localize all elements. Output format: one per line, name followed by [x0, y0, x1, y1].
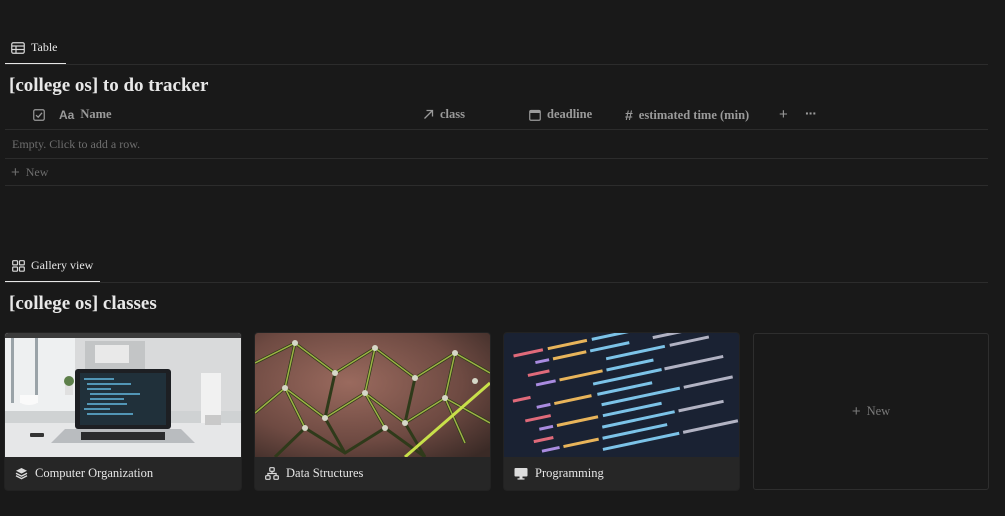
- tab-gallery-label: Gallery view: [31, 258, 94, 272]
- card-title: Programming: [535, 466, 604, 480]
- column-header-label: class: [440, 107, 465, 121]
- divider: [5, 129, 988, 130]
- calendar-icon: [529, 109, 541, 121]
- tab-table-label: Table: [31, 40, 58, 54]
- card-cover-image: [5, 333, 241, 457]
- text-type-icon: Aa: [59, 107, 75, 122]
- column-header-label: deadline: [547, 107, 593, 121]
- layers-icon: [15, 467, 28, 480]
- divider: [5, 64, 988, 65]
- table-icon: [11, 41, 25, 54]
- divider: [5, 158, 988, 159]
- new-row-label: New: [25, 165, 49, 179]
- monitor-icon: [514, 467, 528, 480]
- column-header-label: estimated time (min): [638, 107, 750, 122]
- new-card-label: New: [866, 404, 891, 418]
- new-card-button[interactable]: + New: [753, 333, 989, 490]
- plus-icon: +: [11, 164, 20, 181]
- table-title[interactable]: [college os] to do tracker: [9, 75, 208, 97]
- gallery-card[interactable]: Data Structures: [255, 333, 490, 490]
- column-header-label: Name: [80, 107, 112, 121]
- column-header-estimated-time[interactable]: # estimated time (min): [625, 107, 749, 123]
- column-header-name[interactable]: Aa Name: [33, 107, 112, 122]
- gallery-title[interactable]: [college os] classes: [9, 293, 157, 315]
- column-header-class[interactable]: class: [423, 107, 465, 122]
- divider: [5, 282, 988, 283]
- tab-table[interactable]: Table: [11, 40, 57, 55]
- card-cover-image: [255, 333, 490, 457]
- empty-row-placeholder[interactable]: Empty. Click to add a row.: [12, 137, 140, 152]
- card-title: Data Structures: [286, 466, 364, 480]
- card-cover-image: [504, 333, 739, 457]
- more-options-button[interactable]: ···: [805, 105, 817, 121]
- tab-gallery-view[interactable]: Gallery view: [12, 258, 93, 273]
- divider: [5, 185, 988, 186]
- card-title: Computer Organization: [35, 466, 154, 480]
- gallery-card[interactable]: Programming: [504, 333, 739, 490]
- add-column-button[interactable]: +: [779, 106, 788, 123]
- new-row-button[interactable]: + New: [11, 164, 48, 181]
- checkbox-icon: [33, 108, 45, 121]
- plus-icon: +: [851, 403, 861, 420]
- column-header-deadline[interactable]: deadline: [529, 107, 592, 122]
- gallery-card[interactable]: Computer Organization: [5, 333, 241, 490]
- relation-arrow-icon: [423, 109, 434, 120]
- gallery-grid-icon: [12, 259, 25, 272]
- hash-icon: #: [625, 107, 633, 123]
- hierarchy-icon: [265, 467, 279, 480]
